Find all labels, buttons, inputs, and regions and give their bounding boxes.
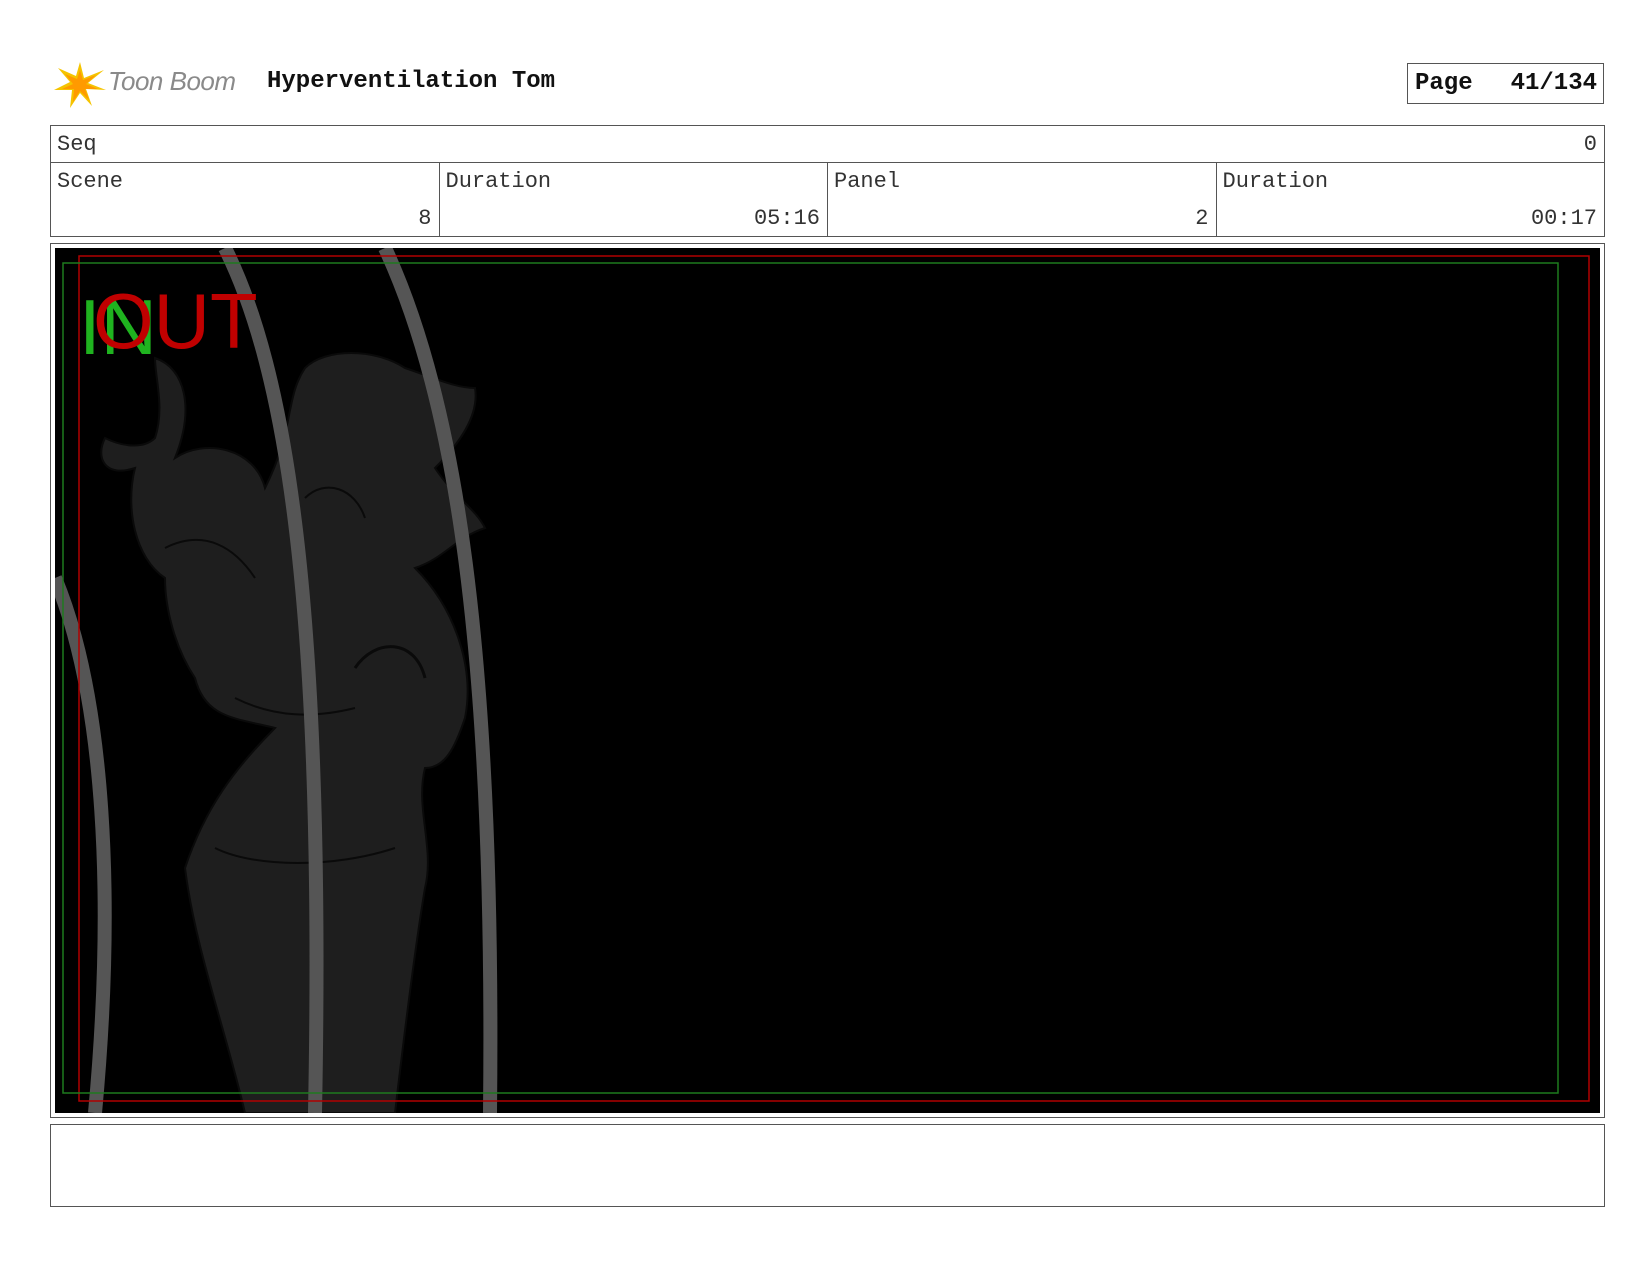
seq-row: Seq 0	[51, 126, 1604, 163]
page-indicator: Page 41/134	[1407, 63, 1604, 104]
panel-value: 2	[1195, 206, 1209, 231]
scene-value: 8	[418, 206, 432, 231]
scene-info-table: Seq 0 Scene 8 Duration 05:16 Panel 2 Dur…	[50, 125, 1605, 237]
scene-label: Scene	[57, 169, 124, 194]
seq-label: Seq	[57, 132, 97, 157]
storyboard-panel-frame: IN OUT	[50, 243, 1605, 1118]
page-number: 41/134	[1510, 70, 1597, 97]
panel-sketch	[55, 248, 1590, 1113]
scene-duration-label: Duration	[445, 169, 552, 194]
starburst-icon	[54, 62, 106, 108]
scene-duration-value: 05:16	[753, 206, 820, 231]
panel-duration-label: Duration	[1222, 169, 1329, 194]
scene-duration-cell: Duration 05:16	[440, 163, 828, 237]
logo-text: Toon Boom	[108, 66, 236, 96]
seq-value: 0	[1583, 132, 1597, 157]
panel-label: Panel	[834, 169, 901, 194]
panel-image: IN OUT	[55, 248, 1600, 1113]
out-marker: OUT	[93, 277, 258, 365]
page-label: Page	[1415, 70, 1473, 97]
toon-boom-logo: Toon Boom	[52, 56, 252, 112]
project-title: Hyperventilation Tom	[267, 68, 556, 95]
panel-duration-cell: Duration 00:17	[1217, 163, 1605, 237]
scene-cell: Scene 8	[51, 163, 440, 237]
panel-duration-value: 00:17	[1530, 206, 1597, 231]
caption-box	[50, 1124, 1605, 1207]
panel-cell: Panel 2	[828, 163, 1217, 237]
